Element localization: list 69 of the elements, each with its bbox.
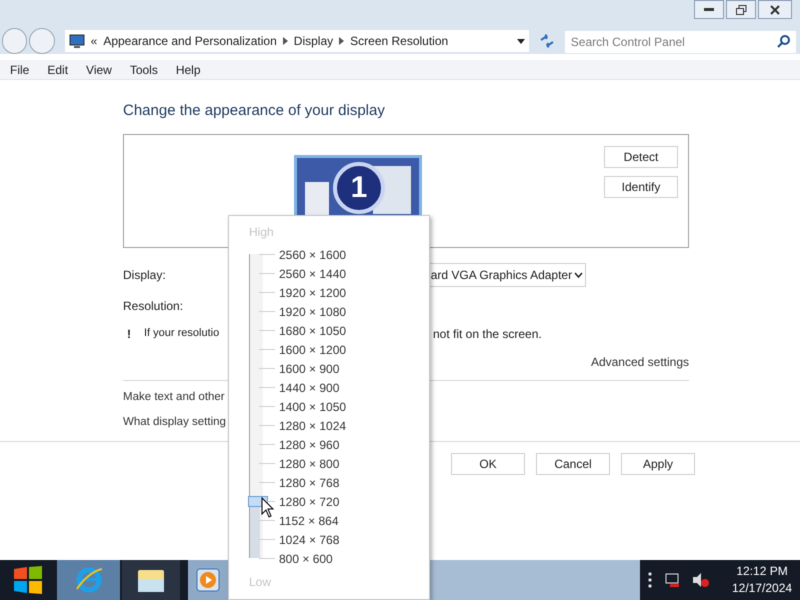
advanced-settings-link[interactable]: Advanced settings bbox=[590, 352, 689, 370]
menu-item[interactable]: View bbox=[86, 60, 112, 78]
panel-button[interactable]: Identify bbox=[604, 176, 678, 198]
resolution-option[interactable]: 2560 × 1440 bbox=[279, 264, 346, 282]
resolution-option[interactable]: 1280 × 1024 bbox=[279, 416, 346, 434]
menu-item[interactable]: File bbox=[10, 60, 30, 78]
high-label: High bbox=[249, 224, 274, 241]
dialog-button[interactable]: Cancel bbox=[536, 453, 610, 475]
search-icon bbox=[777, 35, 790, 48]
warning-icon: ! bbox=[123, 324, 144, 342]
display-dropdown[interactable]: ard VGA Graphics Adapter bbox=[428, 262, 586, 286]
speaker-muted-icon[interactable] bbox=[692, 572, 710, 588]
resolution-label: Resolution: bbox=[123, 298, 184, 314]
monitor-icon bbox=[68, 34, 85, 48]
resolution-option[interactable]: 1280 × 960 bbox=[279, 436, 340, 454]
minimize-icon bbox=[704, 8, 714, 12]
resolution-option[interactable]: 1152 × 864 bbox=[279, 512, 339, 530]
help-link[interactable]: Make text and other bbox=[123, 388, 225, 406]
clock-time[interactable]: 12:12 PM bbox=[736, 563, 788, 580]
minimize-button[interactable] bbox=[694, 0, 724, 19]
resolution-option[interactable]: 1280 × 720 bbox=[279, 492, 340, 510]
resolution-option[interactable]: 800 × 600 bbox=[279, 550, 333, 568]
resolution-option[interactable]: 1024 × 768 bbox=[279, 530, 340, 548]
menu-item[interactable]: Edit bbox=[47, 60, 68, 78]
page-heading: Change the appearance of your display bbox=[123, 101, 386, 121]
resolution-option[interactable]: 1680 × 1050 bbox=[279, 322, 346, 340]
monitor-number: 1 bbox=[333, 162, 385, 214]
play-icon bbox=[196, 568, 220, 592]
chevron-right-icon bbox=[282, 37, 288, 45]
low-label: Low bbox=[249, 574, 272, 591]
dialog-button[interactable]: Apply bbox=[621, 453, 695, 475]
resolution-option[interactable]: 2560 × 1600 bbox=[279, 246, 346, 264]
dropdown-caret-icon[interactable] bbox=[517, 38, 526, 44]
overflow-chevron[interactable]: « bbox=[90, 32, 98, 50]
close-button[interactable] bbox=[758, 0, 792, 19]
clock-date[interactable]: 12/17/2024 bbox=[732, 580, 792, 597]
breadcrumb-item[interactable]: Appearance and Personalization bbox=[103, 32, 277, 50]
resolution-option[interactable]: 1280 × 768 bbox=[279, 474, 340, 492]
resolution-option[interactable]: 1600 × 1200 bbox=[279, 340, 346, 358]
warning-text: If your resolutio bbox=[144, 326, 220, 342]
close-icon bbox=[770, 4, 780, 14]
chevron-down-icon bbox=[574, 272, 583, 278]
folder-icon bbox=[137, 567, 165, 593]
chevron-right-icon bbox=[339, 37, 344, 45]
browser-e-icon bbox=[74, 565, 104, 595]
refresh-icon[interactable] bbox=[539, 34, 555, 48]
resolution-option[interactable]: 1600 × 900 bbox=[279, 360, 340, 378]
resolution-option[interactable]: 1400 × 1050 bbox=[279, 398, 346, 416]
resolution-option[interactable]: 1920 × 1080 bbox=[279, 302, 346, 320]
panel-button[interactable]: Detect bbox=[604, 146, 678, 168]
address-field[interactable]: « Appearance and Personalization Display Screen Resolution bbox=[64, 30, 530, 52]
dialog-button[interactable]: OK bbox=[451, 453, 525, 475]
warning-text: not fit on the screen. bbox=[433, 326, 542, 342]
menu-item[interactable]: Help bbox=[176, 60, 201, 78]
resolution-option[interactable]: 1280 × 800 bbox=[279, 454, 340, 472]
restore-button[interactable] bbox=[726, 0, 756, 19]
network-icon[interactable] bbox=[664, 572, 680, 588]
display-label: Display: bbox=[123, 266, 166, 284]
restore-icon bbox=[736, 4, 746, 14]
resolution-option[interactable]: 1920 × 1200 bbox=[279, 284, 346, 302]
taskbar-button[interactable] bbox=[122, 560, 180, 600]
breadcrumb-item[interactable]: Display bbox=[294, 32, 334, 50]
windows-logo-icon bbox=[12, 566, 42, 594]
more-dots-icon[interactable] bbox=[648, 572, 652, 588]
help-link[interactable]: What display setting bbox=[123, 414, 226, 431]
breadcrumb-item[interactable]: Screen Resolution bbox=[350, 32, 448, 50]
resolution-option[interactable]: 1440 × 900 bbox=[279, 378, 340, 396]
menu-item[interactable]: Tools bbox=[130, 60, 158, 78]
search-field[interactable]: Search Control Panel bbox=[564, 31, 796, 53]
